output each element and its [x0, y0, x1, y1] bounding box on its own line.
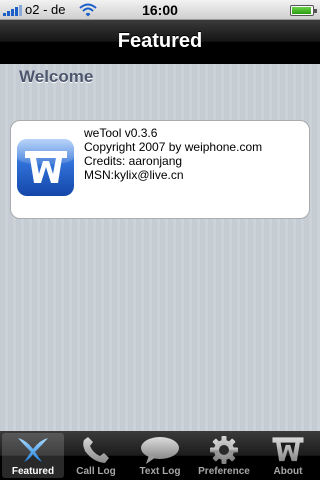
- msn-contact: MSN:kylix@live.cn: [84, 168, 184, 182]
- about-text: weTool v0.3.6 Copyright 2007 by weiphone…: [84, 126, 262, 182]
- tab-text-log[interactable]: Text Log: [128, 431, 192, 480]
- copyright-text: Copyright 2007 by weiphone.com: [84, 140, 263, 154]
- speech-bubble-icon: [141, 437, 179, 464]
- tab-label: Featured: [11, 466, 55, 477]
- tab-call-log[interactable]: Call Log: [64, 431, 128, 480]
- tab-label: Preference: [198, 466, 250, 477]
- wetool-logo-icon: [17, 139, 74, 196]
- status-clock: 16:00: [142, 2, 178, 18]
- tab-preference[interactable]: Preference: [192, 431, 256, 480]
- tab-featured[interactable]: Featured: [2, 433, 64, 478]
- gear-icon: [210, 436, 238, 464]
- page-title: Featured: [117, 30, 203, 52]
- status-bar: o2 - de 16:00: [0, 0, 320, 20]
- credits-text: Credits: aaronjang: [84, 154, 183, 168]
- tab-label: Text Log: [139, 466, 181, 477]
- wetool-logo-icon: [272, 437, 304, 462]
- tab-about[interactable]: About: [256, 431, 320, 480]
- tab-label: About: [273, 466, 303, 477]
- featured-icon: [18, 438, 48, 462]
- navigation-bar: Featured: [0, 20, 320, 64]
- phone-icon: [83, 437, 109, 463]
- app-version: weTool v0.3.6: [84, 126, 158, 140]
- about-card: weTool v0.3.6 Copyright 2007 by weiphone…: [10, 120, 310, 219]
- battery-icon: [290, 5, 317, 16]
- content-area: Welcome weTool v0.3.6 Copyright 2007 by …: [0, 64, 320, 431]
- section-header-welcome: Welcome: [19, 67, 94, 86]
- tab-label: Call Log: [76, 466, 116, 477]
- tab-bar: Featured Call Log Text Log Preference Ab…: [0, 431, 320, 480]
